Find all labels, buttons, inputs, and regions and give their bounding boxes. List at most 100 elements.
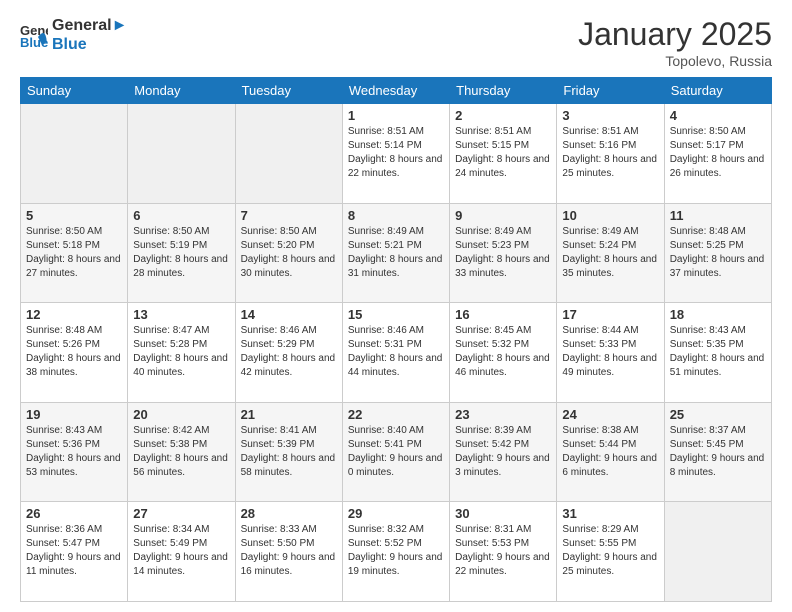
day-info: Sunrise: 8:50 AMSunset: 5:18 PMDaylight:…	[26, 225, 122, 281]
day-info: Sunrise: 8:51 AMSunset: 5:14 PMDaylight:…	[348, 125, 444, 181]
calendar-week-row: 19Sunrise: 8:43 AMSunset: 5:36 PMDayligh…	[21, 402, 772, 502]
day-info: Sunrise: 8:38 AMSunset: 5:44 PMDaylight:…	[562, 424, 658, 480]
day-number: 1	[348, 108, 444, 123]
calendar-week-row: 5 Sunrise: 8:50 AMSunset: 5:18 PMDaylight…	[21, 203, 772, 303]
calendar-cell: 1 Sunrise: 8:51 AMSunset: 5:14 PMDaylight…	[342, 104, 449, 204]
day-number: 13	[133, 307, 229, 322]
calendar-cell: 23Sunrise: 8:39 AMSunset: 5:42 PMDayligh…	[450, 402, 557, 502]
calendar-cell: 9Sunrise: 8:49 AMSunset: 5:23 PMDaylight…	[450, 203, 557, 303]
day-info: Sunrise: 8:49 AMSunset: 5:21 PMDaylight:…	[348, 225, 444, 281]
calendar-cell: 14Sunrise: 8:46 AMSunset: 5:29 PMDayligh…	[235, 303, 342, 403]
day-number: 15	[348, 307, 444, 322]
logo-blue: Blue	[52, 35, 127, 54]
day-number: 22	[348, 407, 444, 422]
day-number: 16	[455, 307, 551, 322]
day-info: Sunrise: 8:40 AMSunset: 5:41 PMDaylight:…	[348, 424, 444, 480]
calendar-cell: 17 Sunrise: 8:44 AMSunset: 5:33 PMDayligh…	[557, 303, 664, 403]
calendar-cell: 11 Sunrise: 8:48 AMSunset: 5:25 PMDayligh…	[664, 203, 771, 303]
calendar-cell: 31 Sunrise: 8:29 AMSunset: 5:55 PMDayligh…	[557, 502, 664, 602]
calendar-cell: 28Sunrise: 8:33 AMSunset: 5:50 PMDayligh…	[235, 502, 342, 602]
calendar-cell: 7 Sunrise: 8:50 AMSunset: 5:20 PMDaylight…	[235, 203, 342, 303]
day-info: Sunrise: 8:45 AMSunset: 5:32 PMDaylight:…	[455, 324, 551, 380]
calendar-header-row: SundayMondayTuesdayWednesdayThursdayFrid…	[21, 78, 772, 104]
day-info: Sunrise: 8:29 AMSunset: 5:55 PMDaylight:…	[562, 523, 658, 579]
day-info: Sunrise: 8:33 AMSunset: 5:50 PMDaylight:…	[241, 523, 337, 579]
day-number: 17	[562, 307, 658, 322]
logo: General Blue General► Blue	[20, 16, 127, 54]
day-info: Sunrise: 8:48 AMSunset: 5:25 PMDaylight:…	[670, 225, 766, 281]
calendar-cell: 19Sunrise: 8:43 AMSunset: 5:36 PMDayligh…	[21, 402, 128, 502]
calendar-cell: 10 Sunrise: 8:49 AMSunset: 5:24 PMDayligh…	[557, 203, 664, 303]
day-number: 6	[133, 208, 229, 223]
day-info: Sunrise: 8:39 AMSunset: 5:42 PMDaylight:…	[455, 424, 551, 480]
day-number: 30	[455, 506, 551, 521]
month-title: January 2025	[578, 16, 772, 53]
day-number: 2	[455, 108, 551, 123]
calendar-cell: 27Sunrise: 8:34 AMSunset: 5:49 PMDayligh…	[128, 502, 235, 602]
title-area: January 2025 Topolevo, Russia	[578, 16, 772, 69]
calendar-cell: 21Sunrise: 8:41 AMSunset: 5:39 PMDayligh…	[235, 402, 342, 502]
day-info: Sunrise: 8:42 AMSunset: 5:38 PMDaylight:…	[133, 424, 229, 480]
calendar-cell: 29Sunrise: 8:32 AMSunset: 5:52 PMDayligh…	[342, 502, 449, 602]
day-number: 25	[670, 407, 766, 422]
weekday-header-wednesday: Wednesday	[342, 78, 449, 104]
weekday-header-thursday: Thursday	[450, 78, 557, 104]
logo-icon: General Blue	[20, 21, 48, 49]
header: General Blue General► Blue January 2025 …	[20, 16, 772, 69]
day-info: Sunrise: 8:50 AMSunset: 5:20 PMDaylight:…	[241, 225, 337, 281]
logo-general: General►	[52, 16, 127, 35]
calendar-cell: 3 Sunrise: 8:51 AMSunset: 5:16 PMDaylight…	[557, 104, 664, 204]
weekday-header-sunday: Sunday	[21, 78, 128, 104]
day-number: 24	[562, 407, 658, 422]
calendar-cell: 26 Sunrise: 8:36 AMSunset: 5:47 PMDayligh…	[21, 502, 128, 602]
day-info: Sunrise: 8:51 AMSunset: 5:16 PMDaylight:…	[562, 125, 658, 181]
day-number: 11	[670, 208, 766, 223]
calendar-cell: 24 Sunrise: 8:38 AMSunset: 5:44 PMDayligh…	[557, 402, 664, 502]
calendar-cell	[21, 104, 128, 204]
day-number: 26	[26, 506, 122, 521]
day-number: 4	[670, 108, 766, 123]
day-info: Sunrise: 8:49 AMSunset: 5:24 PMDaylight:…	[562, 225, 658, 281]
calendar-cell: 4 Sunrise: 8:50 AMSunset: 5:17 PMDaylight…	[664, 104, 771, 204]
day-info: Sunrise: 8:47 AMSunset: 5:28 PMDaylight:…	[133, 324, 229, 380]
day-number: 3	[562, 108, 658, 123]
calendar-cell: 2 Sunrise: 8:51 AMSunset: 5:15 PMDaylight…	[450, 104, 557, 204]
day-info: Sunrise: 8:46 AMSunset: 5:31 PMDaylight:…	[348, 324, 444, 380]
day-number: 5	[26, 208, 122, 223]
day-info: Sunrise: 8:34 AMSunset: 5:49 PMDaylight:…	[133, 523, 229, 579]
day-info: Sunrise: 8:51 AMSunset: 5:15 PMDaylight:…	[455, 125, 551, 181]
calendar-cell: 25 Sunrise: 8:37 AMSunset: 5:45 PMDayligh…	[664, 402, 771, 502]
calendar-cell: 15 Sunrise: 8:46 AMSunset: 5:31 PMDayligh…	[342, 303, 449, 403]
day-info: Sunrise: 8:49 AMSunset: 5:23 PMDaylight:…	[455, 225, 551, 281]
calendar-cell	[235, 104, 342, 204]
day-number: 20	[133, 407, 229, 422]
calendar-table: SundayMondayTuesdayWednesdayThursdayFrid…	[20, 77, 772, 602]
calendar-cell: 8 Sunrise: 8:49 AMSunset: 5:21 PMDaylight…	[342, 203, 449, 303]
day-info: Sunrise: 8:43 AMSunset: 5:36 PMDaylight:…	[26, 424, 122, 480]
day-info: Sunrise: 8:36 AMSunset: 5:47 PMDaylight:…	[26, 523, 122, 579]
calendar-cell: 5 Sunrise: 8:50 AMSunset: 5:18 PMDaylight…	[21, 203, 128, 303]
calendar-cell: 20 Sunrise: 8:42 AMSunset: 5:38 PMDayligh…	[128, 402, 235, 502]
day-number: 10	[562, 208, 658, 223]
day-number: 7	[241, 208, 337, 223]
day-info: Sunrise: 8:44 AMSunset: 5:33 PMDaylight:…	[562, 324, 658, 380]
weekday-header-saturday: Saturday	[664, 78, 771, 104]
day-info: Sunrise: 8:50 AMSunset: 5:17 PMDaylight:…	[670, 125, 766, 181]
calendar-cell: 22 Sunrise: 8:40 AMSunset: 5:41 PMDayligh…	[342, 402, 449, 502]
calendar-week-row: 12Sunrise: 8:48 AMSunset: 5:26 PMDayligh…	[21, 303, 772, 403]
page: General Blue General► Blue January 2025 …	[0, 0, 792, 612]
calendar-cell	[128, 104, 235, 204]
day-number: 8	[348, 208, 444, 223]
day-number: 18	[670, 307, 766, 322]
day-info: Sunrise: 8:31 AMSunset: 5:53 PMDaylight:…	[455, 523, 551, 579]
location: Topolevo, Russia	[578, 53, 772, 69]
day-info: Sunrise: 8:37 AMSunset: 5:45 PMDaylight:…	[670, 424, 766, 480]
day-info: Sunrise: 8:32 AMSunset: 5:52 PMDaylight:…	[348, 523, 444, 579]
day-info: Sunrise: 8:48 AMSunset: 5:26 PMDaylight:…	[26, 324, 122, 380]
weekday-header-tuesday: Tuesday	[235, 78, 342, 104]
day-number: 31	[562, 506, 658, 521]
weekday-header-monday: Monday	[128, 78, 235, 104]
calendar-cell: 18Sunrise: 8:43 AMSunset: 5:35 PMDayligh…	[664, 303, 771, 403]
svg-text:Blue: Blue	[20, 35, 48, 49]
day-info: Sunrise: 8:41 AMSunset: 5:39 PMDaylight:…	[241, 424, 337, 480]
